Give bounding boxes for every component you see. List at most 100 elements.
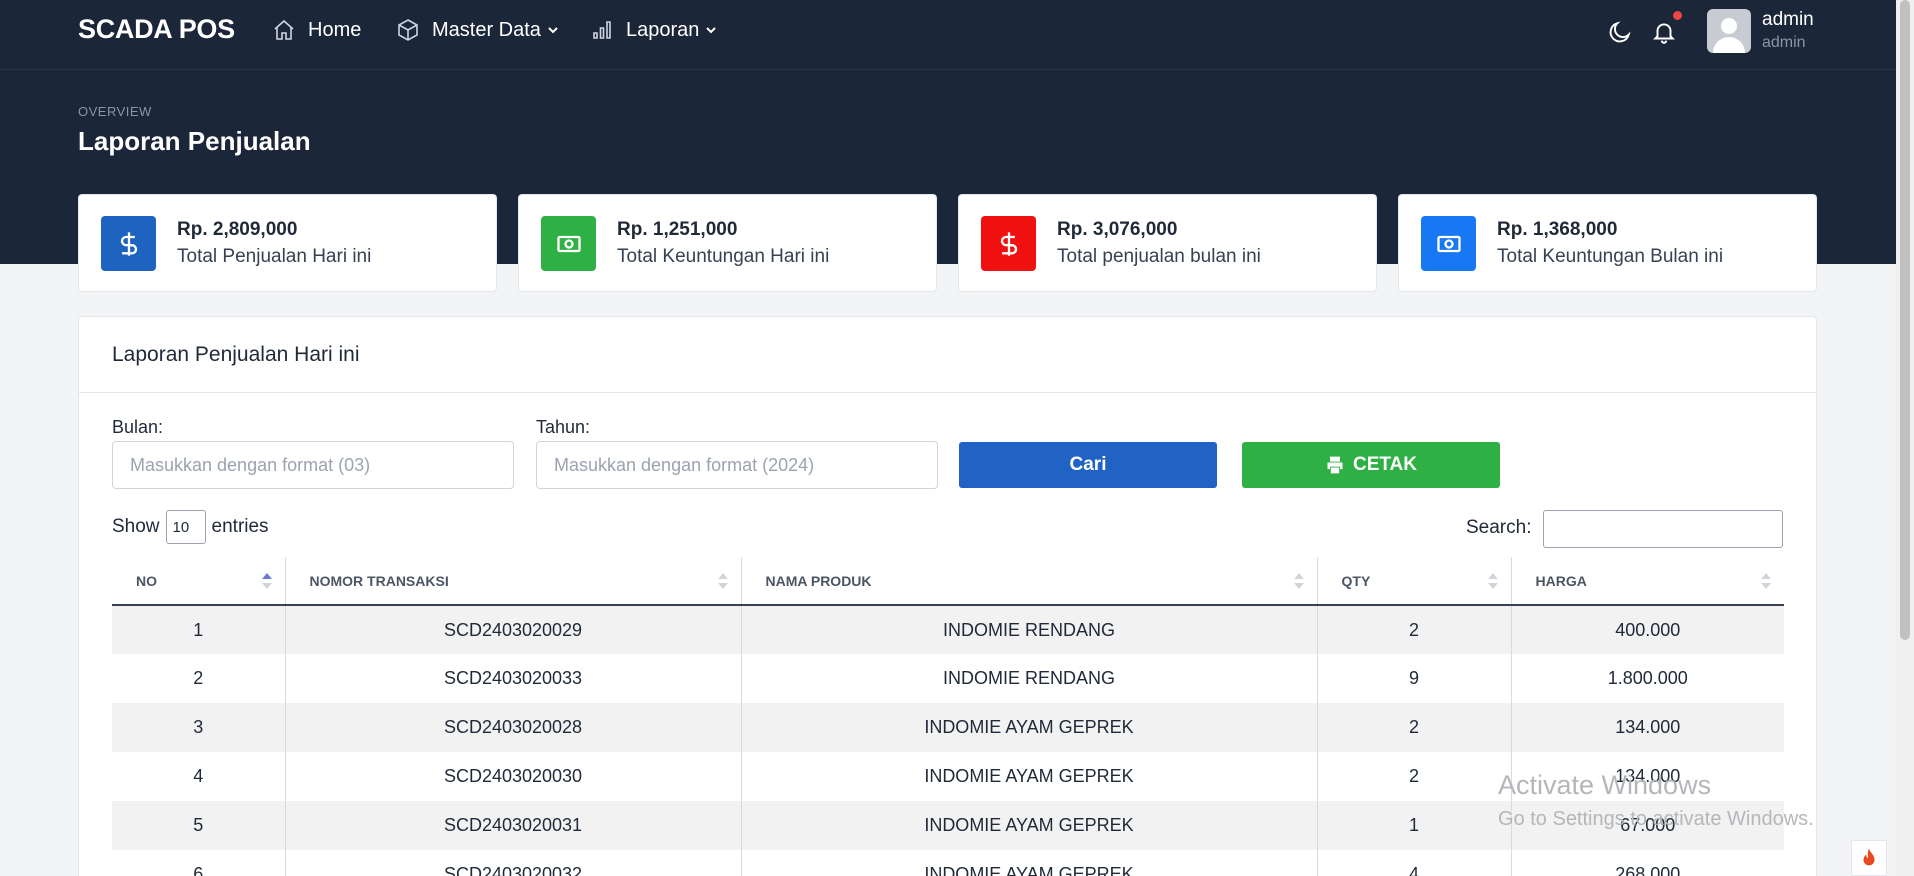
cell-harga: 1.800.000 [1510,654,1784,703]
cell-nomor-transaksi: SCD2403020029 [284,605,741,654]
cell-nama-produk: INDOMIE RENDANG [740,654,1317,703]
bar-chart-icon [593,21,611,39]
cell-harga: 134.000 [1510,703,1784,752]
bulan-input[interactable] [112,441,514,489]
col-header-harga[interactable]: HARGA [1510,557,1784,606]
table-row: 2 SCD2403020033 INDOMIE RENDANG 9 1.800.… [112,654,1784,703]
stat-label: Total Keuntungan Bulan ini [1497,246,1724,267]
money-bill-icon [1421,216,1476,271]
cell-nama-produk: INDOMIE AYAM GEPREK [740,850,1317,876]
stat-label: Total Keuntungan Hari ini [617,246,830,267]
sort-icon [261,573,272,589]
entries-select[interactable]: 10 [165,510,206,544]
cell-nama-produk: INDOMIE AYAM GEPREK [740,801,1317,850]
stat-value: Rp. 1,251,000 [617,219,738,240]
notification-badge [1673,11,1682,20]
stat-label: Total Penjualan Hari ini [177,246,372,267]
cell-qty: 4 [1316,850,1511,876]
cari-label: Cari [1069,454,1107,475]
sort-icon [1293,573,1304,589]
col-header-nomor-transaksi[interactable]: NOMOR TRANSAKSI [284,557,741,606]
bell-icon [1652,23,1676,44]
col-header-qty[interactable]: QTY [1316,557,1511,606]
tahun-input[interactable] [536,441,938,489]
col-header-nama-produk[interactable]: NAMA PRODUK [740,557,1317,606]
panel-title: Laporan Penjualan Hari ini [112,343,360,366]
cell-no: 5 [112,801,285,850]
bulan-label: Bulan: [112,417,164,437]
debug-toolbar-button[interactable] [1851,840,1887,876]
entries-label: entries [211,516,269,537]
col-header-label: HARGA [1535,572,1587,589]
nav-home[interactable]: Home [272,18,361,42]
chevron-down-icon [548,27,558,34]
cell-nomor-transaksi: SCD2403020032 [284,850,741,876]
nav-laporan-label: Laporan [626,18,700,41]
breadcrumb: OVERVIEW [78,104,152,119]
flame-icon [1863,848,1875,866]
table-row: 6 SCD2403020032 INDOMIE AYAM GEPREK 4 26… [112,850,1784,876]
dark-mode-toggle[interactable] [1607,19,1635,47]
cell-nomor-transaksi: SCD2403020028 [284,703,741,752]
cetak-label: CETAK [1352,454,1418,475]
search-label: Search: [1466,517,1532,538]
cari-button[interactable]: Cari [959,442,1217,488]
nav-master-data[interactable]: Master Data [396,18,559,42]
tahun-label: Tahun: [536,417,591,437]
nav-home-label: Home [308,18,362,41]
sort-icon [1487,573,1498,589]
search-input[interactable] [1543,510,1783,548]
col-header-label: QTY [1341,572,1371,589]
cell-no: 6 [193,864,204,876]
top-navbar: SCADA POS Home Master Data Laporan admin… [0,0,1896,70]
stat-card-profit-month: Rp. 1,368,000 Total Keuntungan Bulan ini [1398,194,1817,292]
cell-nomor-transaksi: SCD2403020033 [284,654,741,703]
nav-laporan[interactable]: Laporan [590,18,717,42]
cell-nama-produk: INDOMIE AYAM GEPREK [740,703,1317,752]
scrollbar-thumb[interactable] [1900,0,1910,640]
divider [79,392,1816,393]
table-row: 1 SCD2403020029 INDOMIE RENDANG 2 400.00… [112,605,1784,654]
cetak-button[interactable]: CETAK [1242,442,1500,488]
stat-card-sales-today: Rp. 2,809,000 Total Penjualan Hari ini [78,194,497,292]
home-icon [274,19,294,40]
entries-length-control: Show 10 entries [112,510,269,544]
printer-icon [1327,456,1343,474]
cell-no: 3 [112,703,285,752]
sort-icon [717,573,728,589]
activate-windows-watermark: Activate Windows [1498,770,1712,800]
col-header-label: NAMA PRODUK [765,572,872,589]
activate-windows-subtext: Go to Settings to activate Windows. [1498,808,1814,830]
cell-harga: 400.000 [1510,605,1784,654]
page-scrollbar[interactable] [1896,0,1914,876]
dollar-icon [101,216,156,271]
stat-card-sales-month: Rp. 3,076,000 Total penjualan bulan ini [958,194,1377,292]
chevron-down-icon [706,27,717,34]
cell-no: 2 [193,668,204,688]
cell-qty: 1 [1316,801,1511,850]
user-name[interactable]: admin [1762,9,1814,31]
avatar[interactable] [1707,9,1751,53]
col-header-label: NO [136,572,157,589]
nav-master-data-label: Master Data [432,18,541,41]
sort-icon [1761,573,1771,589]
cell-qty: 9 [1316,654,1511,703]
moon-icon [1609,21,1631,43]
stat-card-profit-today: Rp. 1,251,000 Total Keuntungan Hari ini [518,194,937,292]
notifications-button[interactable] [1651,19,1679,47]
money-bill-icon [541,216,596,271]
page-title: Laporan Penjualan [78,126,311,156]
stat-label: Total penjualan bulan ini [1057,246,1261,267]
dollar-icon [981,216,1036,271]
stat-value: Rp. 1,368,000 [1497,219,1618,240]
brand-logo[interactable]: SCADA POS [78,14,235,45]
box-icon [398,19,418,41]
stat-value: Rp. 3,076,000 [1057,219,1178,240]
col-header-label: NOMOR TRANSAKSI [309,572,449,589]
col-header-no[interactable]: NO [112,557,285,606]
cell-nomor-transaksi: SCD2403020030 [284,752,741,801]
table-row: 3 SCD2403020028 INDOMIE AYAM GEPREK 2 13… [112,703,1784,752]
user-role: admin [1762,34,1806,51]
cell-nama-produk: INDOMIE RENDANG [740,605,1317,654]
stat-value: Rp. 2,809,000 [177,219,298,240]
